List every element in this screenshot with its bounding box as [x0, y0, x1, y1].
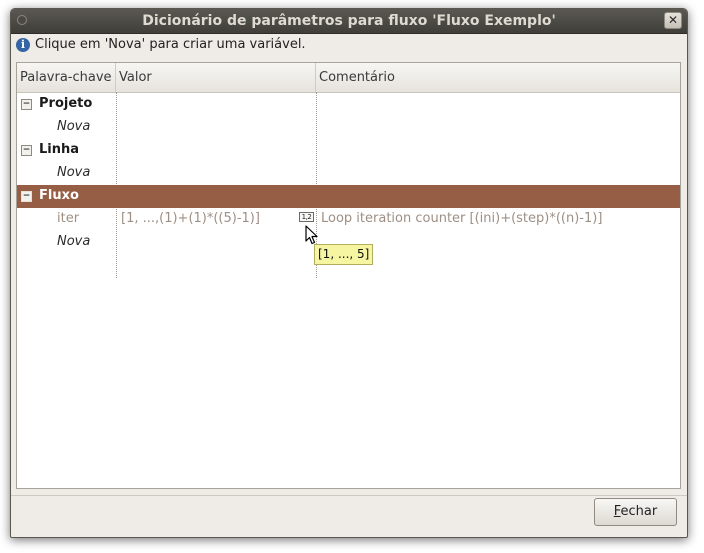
tree-row-group-projeto[interactable]: − Projeto [17, 93, 680, 116]
column-header-comment[interactable]: Comentário [316, 63, 680, 92]
tree-row-group-linha[interactable]: − Linha [17, 139, 680, 162]
column-header-value[interactable]: Valor [116, 63, 316, 92]
parameter-tree[interactable]: Palavra-chave Valor Comentário − Projeto… [16, 62, 681, 489]
footer-separator [11, 495, 687, 496]
variable-keyword[interactable]: Nova [57, 116, 90, 139]
mnemonic-letter: F [613, 504, 621, 519]
title-bar[interactable]: Dicionário de parâmetros para fluxo 'Flu… [11, 9, 687, 34]
variable-keyword[interactable]: Nova [57, 231, 90, 254]
dialog-window: Dicionário de parâmetros para fluxo 'Flu… [10, 8, 688, 538]
mouse-pointer-icon [305, 225, 318, 245]
tree-row-new-variable[interactable]: Nova [17, 116, 680, 139]
close-button[interactable]: Fechar [594, 498, 677, 526]
group-label: Linha [39, 142, 80, 157]
tree-header: Palavra-chave Valor Comentário [17, 63, 680, 93]
variable-comment[interactable]: Loop iteration counter [(ini)+(step)*((n… [321, 208, 602, 231]
variable-keyword[interactable]: Nova [57, 162, 90, 185]
variable-keyword[interactable]: iter [57, 208, 79, 231]
variable-value[interactable]: [1, ...,(1)+(1)*((5)-1)] [121, 208, 260, 231]
info-text: Clique em 'Nova' para criar uma variável… [35, 37, 306, 52]
collapse-icon[interactable]: − [21, 145, 32, 156]
tree-row-group-fluxo[interactable]: − Fluxo [17, 185, 680, 208]
close-window-button[interactable]: ✕ [664, 12, 682, 29]
sequence-icon: 1,2 [299, 212, 314, 222]
collapse-icon[interactable]: − [21, 191, 32, 202]
window-title: Dicionário de parâmetros para fluxo 'Flu… [142, 13, 556, 29]
tree-row-new-variable[interactable]: Nova [17, 162, 680, 185]
close-button-label: echar [620, 504, 658, 519]
group-label: Fluxo [39, 188, 79, 203]
tree-row-variable-iter[interactable]: iter [1, ...,(1)+(1)*((5)-1)] 1,2 Loop i… [17, 208, 680, 231]
collapse-icon[interactable]: − [21, 99, 32, 110]
column-header-keyword[interactable]: Palavra-chave [17, 63, 116, 92]
info-icon: i [16, 38, 30, 52]
value-tooltip: [1, ..., 5] [314, 244, 374, 265]
group-label: Projeto [39, 96, 93, 111]
